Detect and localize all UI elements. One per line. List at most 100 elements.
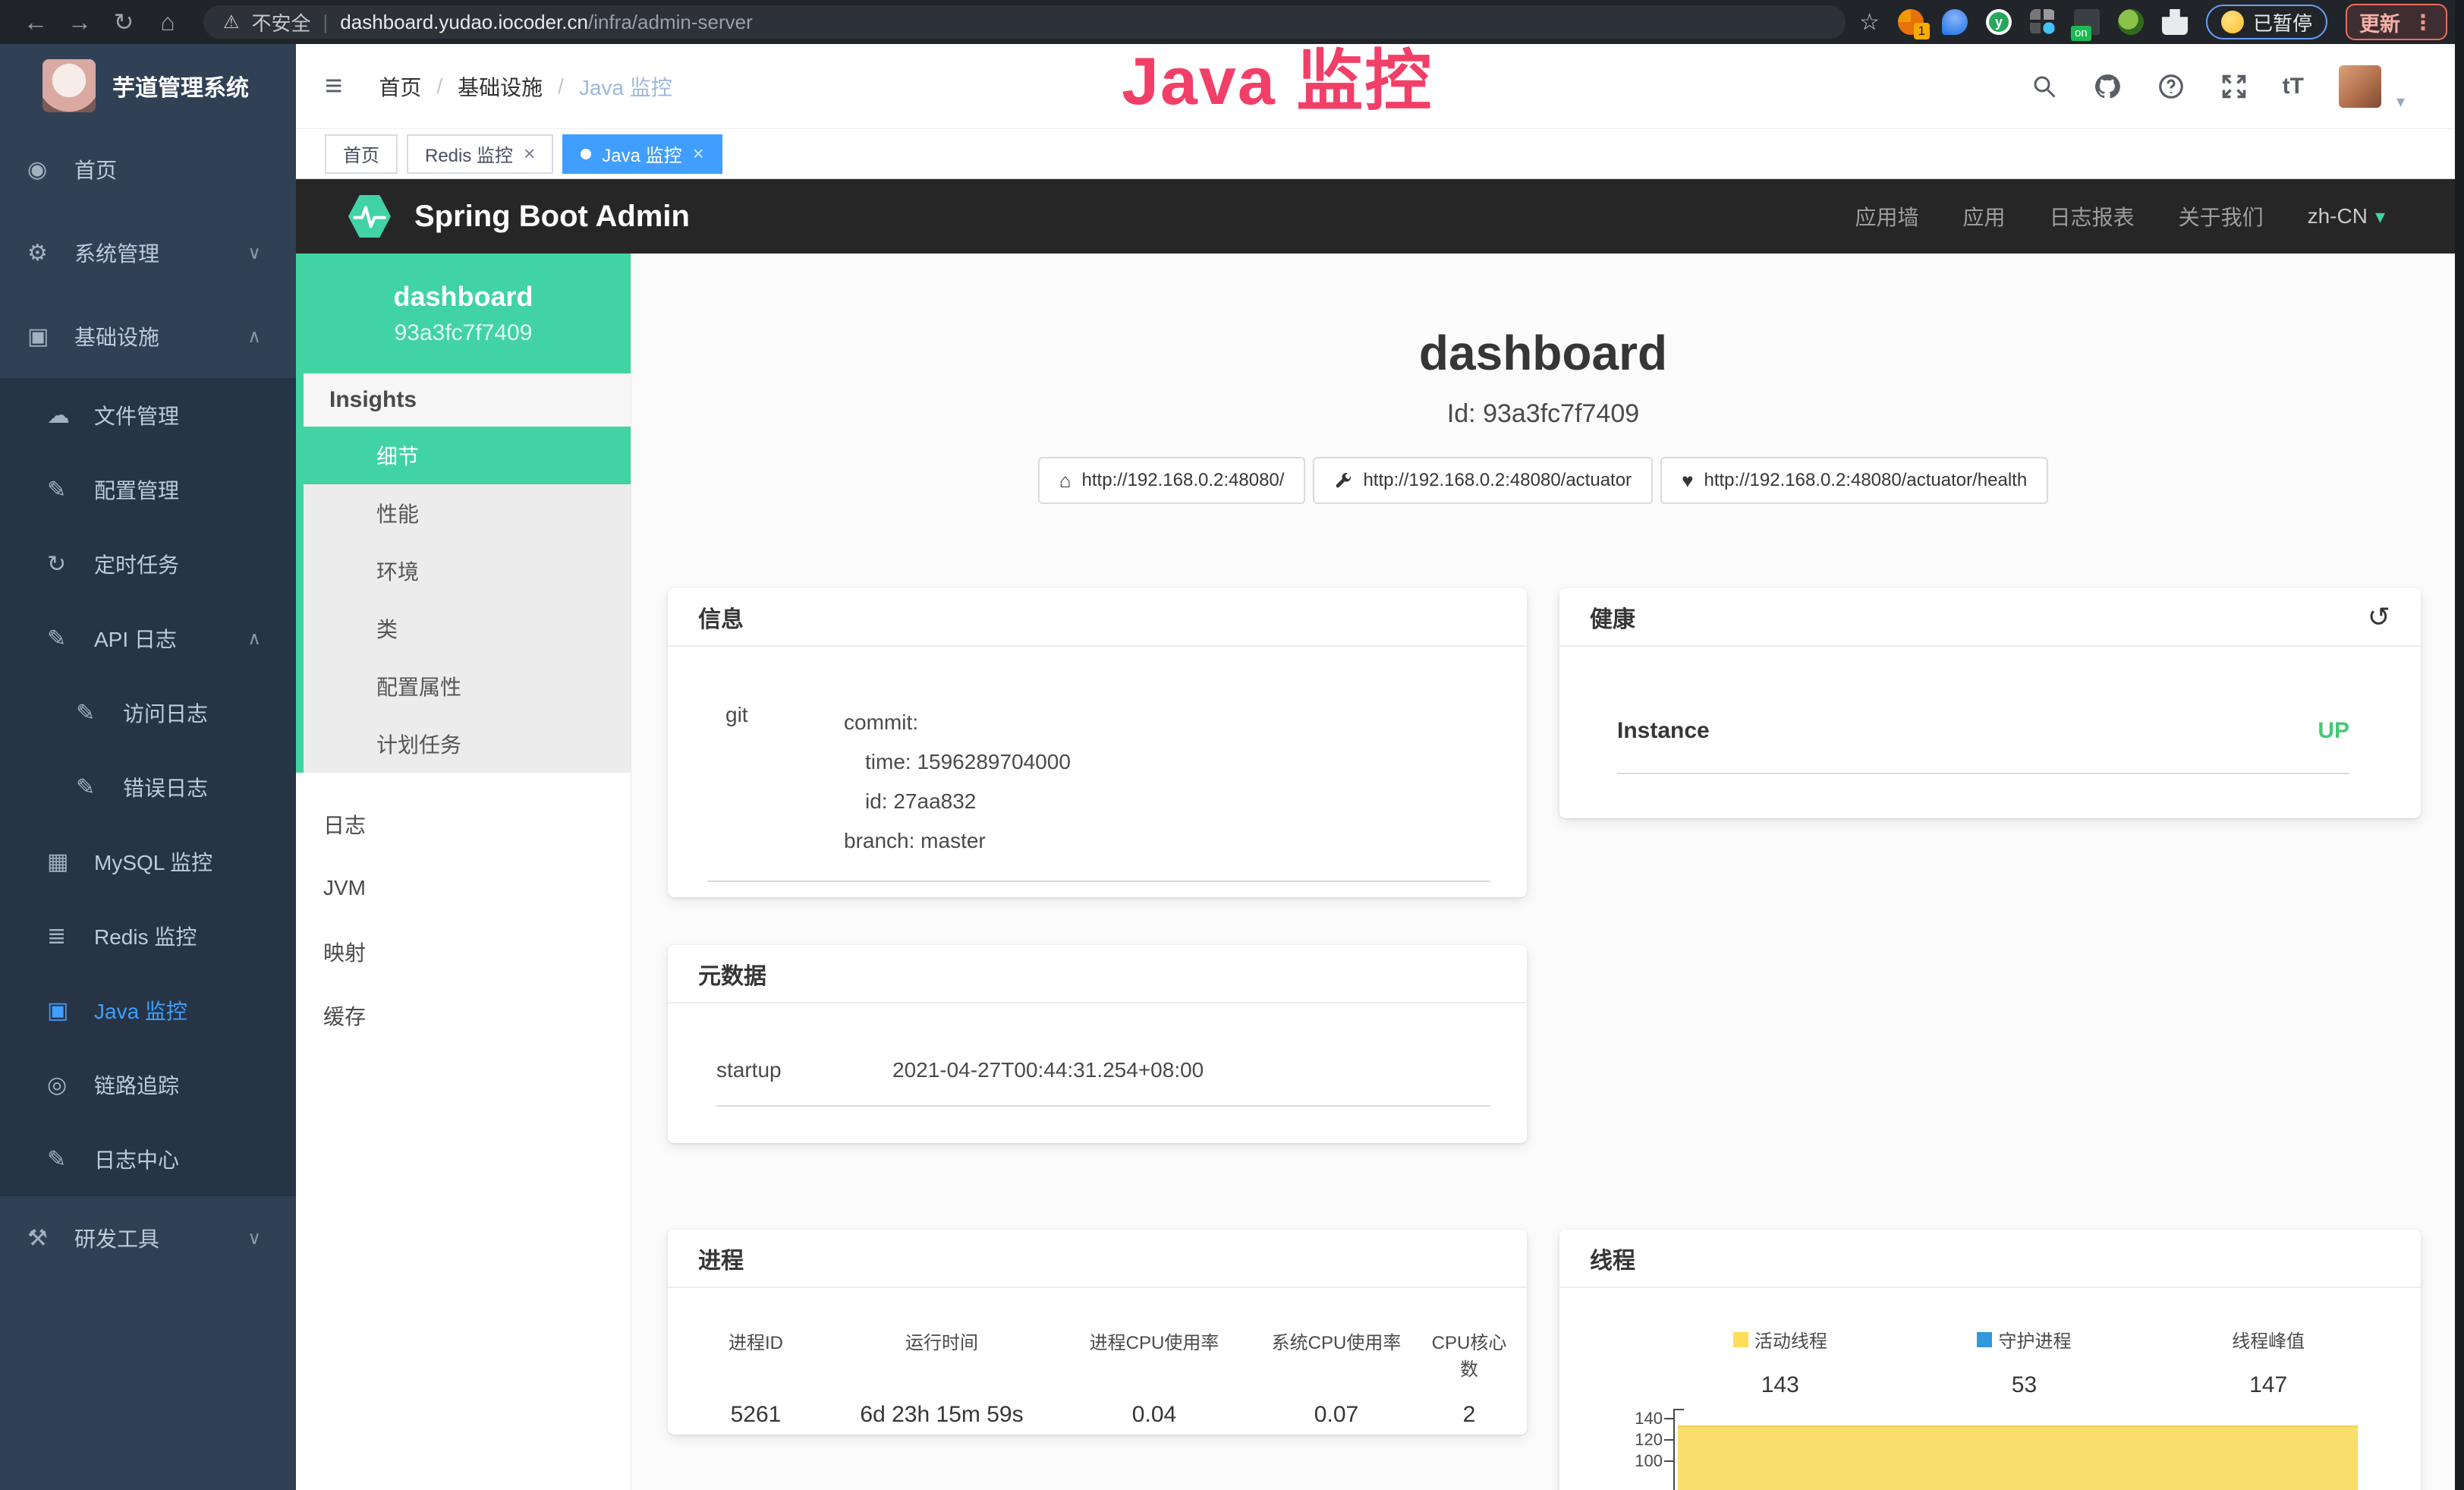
instance-id: 93a3fc7f7409 bbox=[395, 320, 533, 346]
edit-square-icon: ✎ bbox=[47, 1146, 83, 1173]
gauge-icon: ◉ bbox=[27, 156, 64, 183]
tab-redis-monitor[interactable]: Redis 监控 × bbox=[407, 134, 553, 174]
edit-square-icon: ✎ bbox=[47, 625, 83, 652]
ytick-100: 100 bbox=[1602, 1451, 1663, 1471]
sidebar-item-config[interactable]: ✎ 配置管理 bbox=[0, 452, 296, 527]
live-threads-area bbox=[1678, 1425, 2358, 1490]
insights-section-title: Insights bbox=[304, 373, 631, 427]
extension-icon[interactable]: on bbox=[2074, 9, 2100, 35]
info-row-label: git bbox=[707, 703, 844, 861]
sidebar-item-jobs[interactable]: ↻ 定时任务 bbox=[0, 527, 296, 601]
sidebar-item-log-center[interactable]: ✎ 日志中心 bbox=[0, 1122, 296, 1196]
home-icon: ⌂ bbox=[1059, 469, 1072, 493]
instance-links: ⌂ http://192.168.0.2:48080/ http://192.1… bbox=[631, 457, 2455, 504]
sidebar-item-dev-tools[interactable]: ⚒ 研发工具 ∨ bbox=[0, 1196, 296, 1280]
forward-icon[interactable]: → bbox=[58, 0, 102, 44]
puzzle-extensions-icon[interactable] bbox=[2162, 9, 2188, 35]
health-url-link[interactable]: ♥ http://192.168.0.2:48080/actuator/heal… bbox=[1660, 457, 2048, 504]
breadcrumb: 首页 / 基础设施 / Java 监控 bbox=[379, 71, 672, 102]
extension-icon[interactable] bbox=[1942, 9, 1968, 35]
bookmark-star-icon[interactable]: ☆ bbox=[1859, 9, 1880, 36]
help-icon[interactable] bbox=[2157, 72, 2186, 101]
extension-icon[interactable]: y bbox=[1986, 9, 2012, 35]
sba-menu-caches[interactable]: 缓存 bbox=[296, 984, 631, 1047]
sidebar-item-home[interactable]: ◉ 首页 bbox=[0, 128, 296, 211]
back-icon[interactable]: ← bbox=[14, 0, 58, 44]
sba-menu-scheduled-tasks[interactable]: 计划任务 bbox=[304, 715, 631, 773]
hamburger-icon[interactable]: ≡ bbox=[325, 69, 342, 103]
extension-cluster: ☆ 1 y on 已暂停 更新 ⋮ bbox=[1859, 4, 2450, 40]
edit-icon: ✎ bbox=[47, 477, 83, 503]
user-avatar[interactable] bbox=[2339, 65, 2381, 108]
metadata-startup-row: startup 2021-04-27T00:44:31.254+08:00 bbox=[716, 1058, 1490, 1107]
profile-paused-chip[interactable]: 已暂停 bbox=[2206, 5, 2327, 39]
legend-blue-swatch bbox=[1977, 1332, 1992, 1347]
sba-sidebar: dashboard 93a3fc7f7409 Insights 细节 性能 环境… bbox=[296, 254, 631, 1490]
sba-menu-logfile[interactable]: 日志 bbox=[296, 792, 631, 856]
browser-update-button[interactable]: 更新 ⋮ bbox=[2346, 4, 2447, 40]
process-card: 进程 进程ID 运行时间 进程CPU使用率 系统CPU使用率 CPU核心数 52… bbox=[668, 1230, 1527, 1435]
sidebar-item-redis[interactable]: ≣ Redis 监控 bbox=[0, 899, 296, 973]
reload-icon[interactable]: ↻ bbox=[102, 0, 146, 44]
caret-down-icon[interactable]: ▾ bbox=[2396, 92, 2405, 112]
sba-menu-environment[interactable]: 环境 bbox=[304, 542, 631, 600]
app-logo-row[interactable]: 芋道管理系统 bbox=[0, 44, 296, 128]
sba-brand[interactable]: Spring Boot Admin bbox=[414, 200, 690, 234]
breadcrumb-infra[interactable]: 基础设施 bbox=[458, 71, 543, 102]
actuator-url-link[interactable]: http://192.168.0.2:48080/actuator bbox=[1313, 457, 1653, 504]
font-size-icon[interactable]: tT bbox=[2283, 74, 2304, 99]
instance-id-line: Id: 93a3fc7f7409 bbox=[631, 399, 2455, 429]
close-icon[interactable]: × bbox=[524, 142, 535, 165]
extension-icon[interactable] bbox=[2118, 9, 2144, 35]
caret-down-icon: ▾ bbox=[2375, 205, 2385, 228]
sba-menu-classes[interactable]: 类 bbox=[304, 600, 631, 657]
sba-nav-about[interactable]: 关于我们 bbox=[2179, 201, 2264, 232]
sidebar-item-files[interactable]: ☁ 文件管理 bbox=[0, 378, 296, 452]
sidebar-item-api-log[interactable]: ✎ API 日志 ∧ bbox=[0, 601, 296, 676]
sidebar-item-access-log[interactable]: ✎ 访问日志 bbox=[0, 676, 296, 750]
fullscreen-icon[interactable] bbox=[2220, 73, 2248, 100]
sba-nav-wallboard[interactable]: 应用墙 bbox=[1855, 201, 1919, 232]
sba-menu-metrics[interactable]: 性能 bbox=[304, 484, 631, 542]
extension-icon[interactable] bbox=[2030, 9, 2056, 35]
instance-header: dashboard 93a3fc7f7409 bbox=[296, 254, 631, 373]
legend-yellow-swatch bbox=[1733, 1332, 1748, 1347]
address-bar[interactable]: ⚠ 不安全 | dashboard.yudao.iocoder.cn/infra… bbox=[203, 5, 1846, 39]
security-label[interactable]: 不安全 bbox=[252, 8, 311, 36]
sidebar-item-system[interactable]: ⚙ 系统管理 ∨ bbox=[0, 211, 296, 295]
sba-nav-journal[interactable]: 日志报表 bbox=[2050, 201, 2135, 232]
extension-icon[interactable]: 1 bbox=[1898, 9, 1924, 35]
sidebar-item-java-monitor[interactable]: ▣ Java 监控 bbox=[0, 973, 296, 1047]
cloud-upload-icon: ☁ bbox=[47, 402, 83, 429]
threads-card: 线程 活动线程 守护进程 线程峰值 143 53 147 140 120 100 bbox=[1559, 1230, 2421, 1490]
github-icon[interactable] bbox=[2093, 72, 2122, 101]
breadcrumb-home[interactable]: 首页 bbox=[379, 71, 421, 102]
y-axis-top-tick bbox=[1673, 1409, 1684, 1410]
sidebar-item-mysql[interactable]: ▦ MySQL 监控 bbox=[0, 824, 296, 899]
close-icon[interactable]: × bbox=[693, 142, 704, 165]
home-icon[interactable]: ⌂ bbox=[146, 0, 190, 44]
sidebar-item-error-log[interactable]: ✎ 错误日志 bbox=[0, 750, 296, 824]
sba-menu-jvm[interactable]: JVM bbox=[296, 856, 631, 920]
extension-on-badge: on bbox=[2071, 26, 2091, 41]
sidebar-item-tracing[interactable]: ◎ 链路追踪 bbox=[0, 1047, 296, 1122]
history-icon[interactable]: ↺ bbox=[2368, 601, 2390, 633]
menu-kebab-icon[interactable]: ⋮ bbox=[2412, 10, 2434, 35]
sba-menu-mappings[interactable]: 映射 bbox=[296, 920, 631, 984]
ytick-120: 120 bbox=[1602, 1430, 1663, 1450]
sidebar-item-infra[interactable]: ▣ 基础设施 ∧ bbox=[0, 295, 296, 378]
sba-header: Spring Boot Admin 应用墙 应用 日志报表 关于我们 zh-CN… bbox=[296, 179, 2455, 254]
sba-nav-applications[interactable]: 应用 bbox=[1963, 201, 2006, 232]
sba-menu-details[interactable]: 细节 bbox=[304, 427, 631, 484]
service-url-link[interactable]: ⌂ http://192.168.0.2:48080/ bbox=[1038, 457, 1306, 504]
search-icon[interactable] bbox=[2031, 73, 2058, 100]
tab-java-monitor[interactable]: Java 监控 × bbox=[562, 134, 722, 174]
url-text: dashboard.yudao.iocoder.cn/infra/admin-s… bbox=[340, 11, 752, 34]
sba-menu-configprops[interactable]: 配置属性 bbox=[304, 657, 631, 715]
edit-square-icon: ✎ bbox=[76, 774, 112, 801]
window-edge bbox=[2455, 0, 2464, 1490]
ytick-140: 140 bbox=[1602, 1409, 1663, 1429]
sba-locale-select[interactable]: zh-CN ▾ bbox=[2308, 204, 2385, 228]
info-row-value: commit: time: 1596289704000 id: 27aa832 … bbox=[844, 703, 1490, 861]
tab-home[interactable]: 首页 bbox=[325, 134, 398, 174]
